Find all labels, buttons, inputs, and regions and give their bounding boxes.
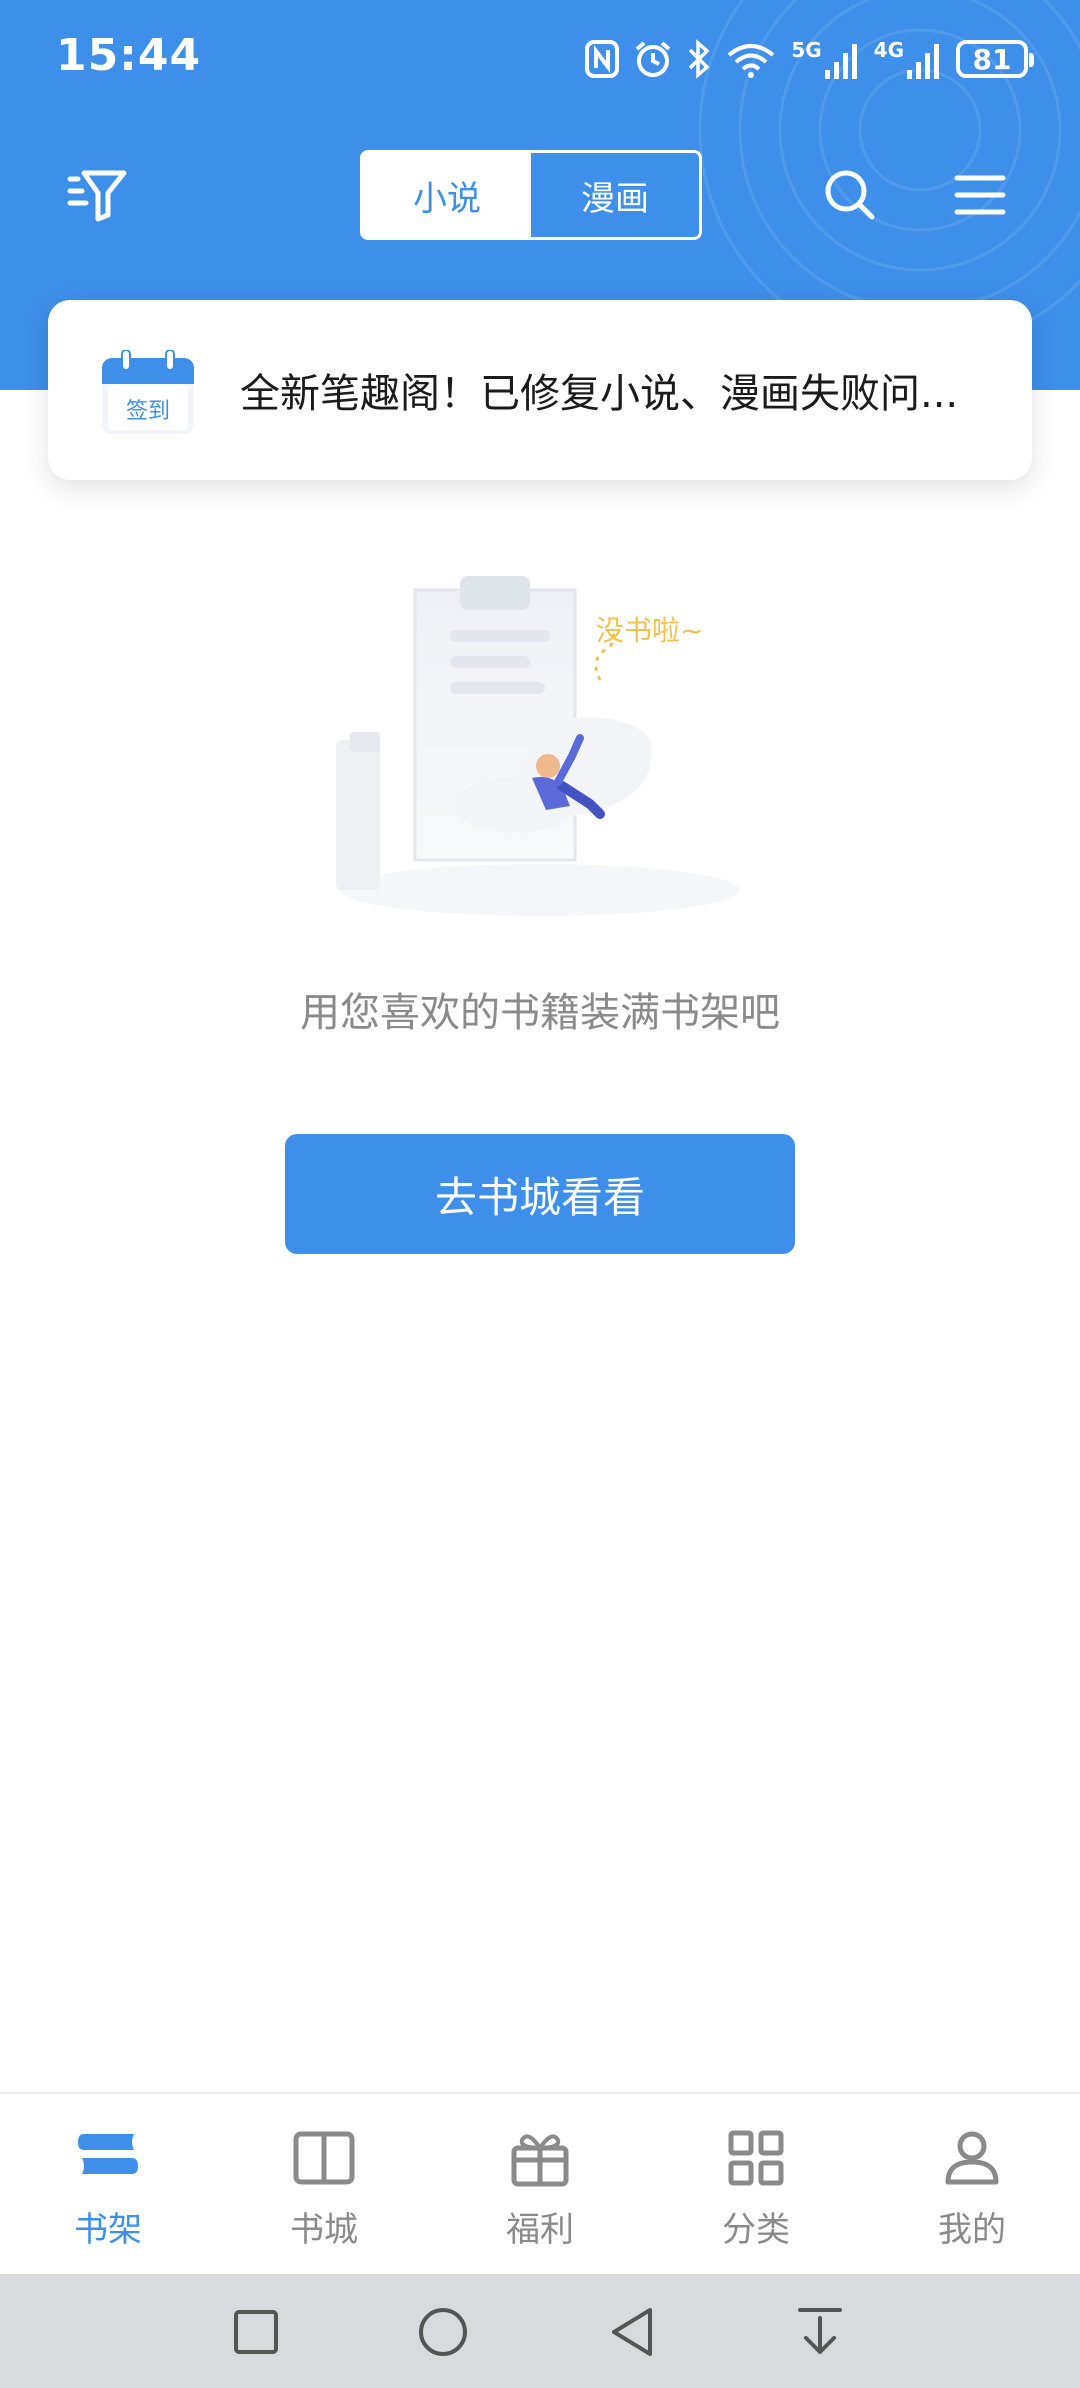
nav-label: 书架 bbox=[74, 2210, 142, 2250]
wifi-icon bbox=[728, 44, 775, 78]
go-to-bookstore-button[interactable]: 去书城看看 bbox=[285, 1134, 795, 1254]
announcement-card[interactable]: 签到 全新笔趣阁！已修复小说、漫画失败问... bbox=[48, 300, 1032, 480]
search-icon bbox=[825, 170, 875, 220]
tab-comic[interactable]: 漫画 bbox=[531, 153, 699, 237]
home-button[interactable] bbox=[413, 2302, 473, 2362]
announcement-text: 全新笔趣阁！已修复小说、漫画失败问... bbox=[240, 371, 959, 417]
nav-label: 分类 bbox=[722, 2210, 790, 2250]
bookshelf-icon bbox=[78, 2134, 138, 2174]
user-icon bbox=[945, 2131, 999, 2185]
network-type-1: 5G bbox=[791, 38, 822, 62]
status-icons: 5G 4G 81 bbox=[585, 34, 1034, 84]
nav-bookstore[interactable]: 书城 bbox=[216, 2094, 432, 2274]
notification-pull-button[interactable] bbox=[790, 2302, 850, 2362]
checkin-calendar-icon[interactable]: 签到 bbox=[100, 350, 196, 436]
illustration-caption: 没书啦~ bbox=[596, 614, 703, 647]
filter-button[interactable] bbox=[62, 160, 132, 230]
cell-signal-2: 4G bbox=[874, 38, 942, 80]
checkin-label: 签到 bbox=[126, 399, 170, 424]
nav-welfare[interactable]: 福利 bbox=[432, 2094, 648, 2274]
alarm-icon bbox=[636, 41, 671, 77]
empty-bookshelf-illustration: 没书啦~ bbox=[336, 576, 740, 916]
status-time: 15:44 bbox=[56, 30, 202, 81]
search-button[interactable] bbox=[818, 160, 882, 230]
signal-bars-icon bbox=[824, 44, 857, 79]
nav-bookshelf[interactable]: 书架 bbox=[0, 2094, 216, 2274]
empty-shelf-message: 用您喜欢的书籍装满书架吧 bbox=[300, 990, 780, 1036]
status-bar: 15:44 5G 4G 81 bbox=[0, 0, 1080, 120]
battery-indicator: 81 bbox=[956, 40, 1034, 78]
menu-icon bbox=[954, 175, 1006, 215]
content-type-switch: 小说 漫画 bbox=[360, 150, 702, 240]
menu-button[interactable] bbox=[950, 160, 1010, 230]
signal-bars-icon bbox=[907, 44, 939, 79]
back-icon bbox=[612, 2308, 652, 2356]
back-button[interactable] bbox=[602, 2302, 662, 2362]
grid-icon bbox=[728, 2130, 784, 2186]
bottom-navigation: 书架 书城 福利 分类 我的 bbox=[0, 2092, 1080, 2274]
recents-icon bbox=[234, 2310, 278, 2354]
system-navigation-bar bbox=[0, 2274, 1080, 2388]
nav-label: 福利 bbox=[506, 2210, 574, 2250]
battery-level: 81 bbox=[972, 42, 1012, 76]
network-type-2: 4G bbox=[873, 38, 904, 62]
nav-label: 我的 bbox=[938, 2210, 1006, 2250]
recents-button[interactable] bbox=[226, 2302, 286, 2362]
tab-novel[interactable]: 小说 bbox=[363, 153, 531, 237]
nav-category[interactable]: 分类 bbox=[648, 2094, 864, 2274]
nav-label: 书城 bbox=[290, 2210, 358, 2250]
open-book-icon bbox=[293, 2131, 355, 2185]
notification-pull-icon bbox=[798, 2308, 842, 2354]
gift-icon bbox=[511, 2134, 569, 2187]
nfc-icon bbox=[585, 40, 620, 78]
bluetooth-icon bbox=[689, 39, 710, 79]
home-icon bbox=[419, 2308, 467, 2356]
cell-signal-1: 5G bbox=[791, 38, 859, 80]
nav-profile[interactable]: 我的 bbox=[864, 2094, 1080, 2274]
filter-icon bbox=[67, 170, 127, 222]
